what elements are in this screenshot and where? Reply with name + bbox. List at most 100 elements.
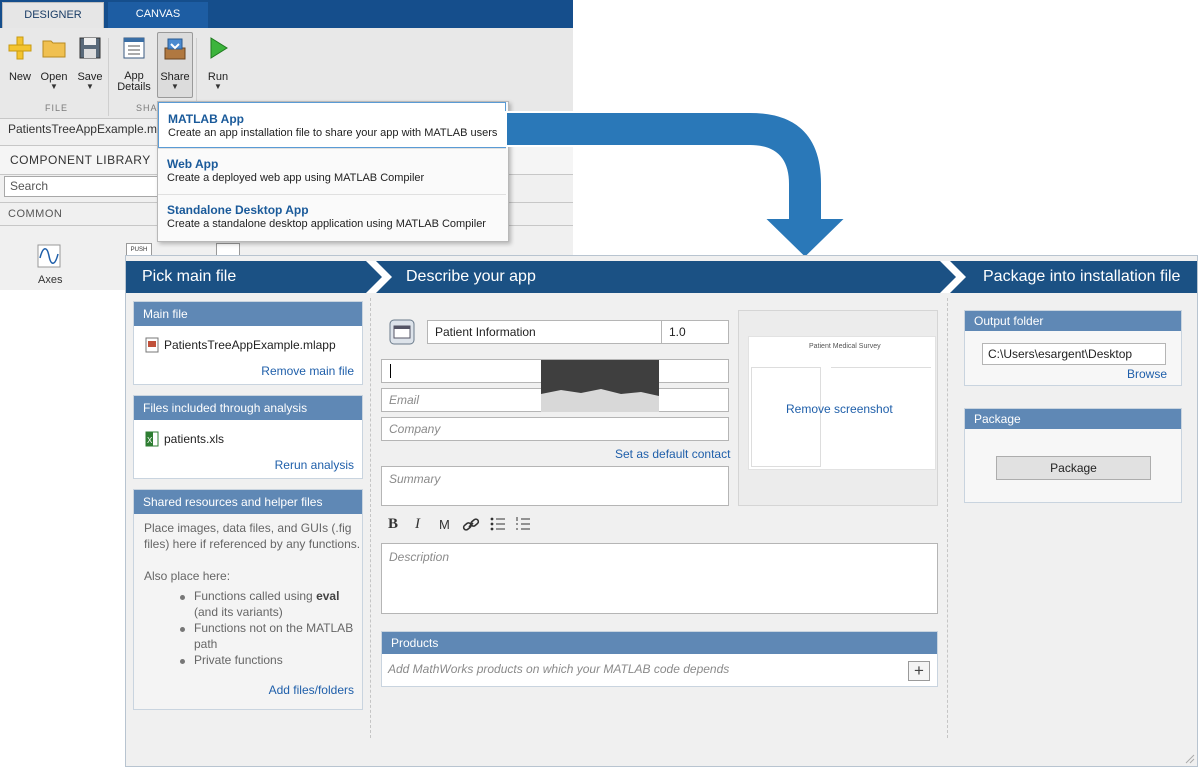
mlapp-file-icon <box>145 337 159 353</box>
section-label-share: SHA <box>136 103 158 113</box>
package-header: Package <box>965 409 1181 429</box>
common-category-label: COMMON <box>8 208 63 220</box>
summary-placeholder: Summary <box>389 472 441 486</box>
remove-screenshot-link[interactable]: Remove screenshot <box>786 402 893 416</box>
bullet-text: (and its variants) <box>194 605 283 619</box>
menu-item-description: Create an app installation file to share… <box>168 127 498 139</box>
email-placeholder: Email <box>389 393 420 407</box>
version-field[interactable]: 1.0 <box>661 320 729 344</box>
component-search-input[interactable]: Search <box>4 176 158 197</box>
run-icon <box>205 35 231 61</box>
shared-resources-also: Also place here: <box>144 569 231 583</box>
open-dropdown-icon[interactable]: ▼ <box>37 83 71 91</box>
products-panel: Products Add MathWorks products on which… <box>381 631 938 687</box>
package-panel: Package Package <box>964 408 1182 503</box>
included-file-name: patients.xls <box>164 432 225 446</box>
axes-component-icon[interactable] <box>37 244 61 268</box>
italic-icon[interactable]: I <box>415 516 420 533</box>
tab-canvas[interactable]: CANVAS <box>108 2 208 28</box>
save-icon <box>77 35 103 61</box>
menu-item-description: Create a standalone desktop application … <box>167 218 486 230</box>
app-packager-window: Pick main file Describe your app Package… <box>125 255 1198 767</box>
ribbon-divider <box>108 38 109 116</box>
menu-item-matlab-app[interactable]: MATLAB App Create an app installation fi… <box>158 102 506 148</box>
app-name-field[interactable]: Patient Information <box>427 320 662 344</box>
products-placeholder: Add MathWorks products on which your MAT… <box>388 662 730 676</box>
screenshot-title: Patient Medical Survey <box>809 343 881 350</box>
main-file-panel: Main file PatientsTreeAppExample.mlapp R… <box>133 301 363 385</box>
new-button[interactable]: New <box>3 32 37 116</box>
app-screenshot-area[interactable]: Patient Medical Survey Remove screenshot <box>738 310 938 506</box>
step-pick-main-file: Pick main file <box>142 268 237 285</box>
company-placeholder: Company <box>389 422 441 436</box>
menu-item-web-app[interactable]: Web App Create a deployed web app using … <box>158 148 506 194</box>
step-package: Package into installation file <box>983 268 1181 285</box>
description-field[interactable]: Description <box>381 543 938 614</box>
shared-resources-intro: Place images, data files, and GUIs (.fig… <box>144 521 361 551</box>
new-label: New <box>8 71 31 83</box>
step-chevron-icon <box>940 261 966 293</box>
menu-item-standalone-desktop-app[interactable]: Standalone Desktop App Create a standalo… <box>158 194 506 240</box>
package-button[interactable]: Package <box>996 456 1151 480</box>
save-button[interactable]: Save ▼ <box>73 32 107 116</box>
bulleted-list-icon[interactable] <box>490 516 506 535</box>
main-file-name: PatientsTreeAppExample.mlapp <box>164 338 336 352</box>
browse-link[interactable]: Browse <box>1127 367 1167 381</box>
bullet-private-functions: Private functions <box>194 653 283 667</box>
bullet-not-on-path: Functions not on the MATLAB path <box>194 621 354 651</box>
rerun-analysis-link[interactable]: Rerun analysis <box>275 458 354 472</box>
menu-item-title: Web App <box>167 157 219 171</box>
add-files-folders-link[interactable]: Add files/folders <box>269 683 354 697</box>
menu-item-title: Standalone Desktop App <box>167 203 309 217</box>
app-details-icon <box>121 35 147 61</box>
text-cursor <box>390 364 391 378</box>
company-field[interactable]: Company <box>381 417 729 441</box>
monospace-icon[interactable]: M <box>439 517 450 532</box>
add-product-icon[interactable]: + <box>908 661 930 681</box>
bullet-bold-text: eval <box>316 589 340 603</box>
share-button[interactable]: Share ▼ <box>157 32 193 98</box>
included-files-panel: Files included through analysis X patien… <box>133 395 363 479</box>
bullet-text: Functions called using <box>194 589 317 603</box>
numbered-list-icon[interactable] <box>515 516 531 535</box>
menu-item-title: MATLAB App <box>168 112 244 126</box>
products-header: Products <box>382 632 937 654</box>
resize-grip-icon[interactable] <box>1185 754 1195 764</box>
share-dropdown-menu: MATLAB App Create an app installation fi… <box>157 101 509 242</box>
output-folder-panel: Output folder C:\Users\esargent\Desktop … <box>964 310 1182 386</box>
screenshot-tree <box>751 367 821 467</box>
bullet-icon <box>180 627 185 632</box>
current-file-path: PatientsTreeAppExample.mlapp <box>8 122 180 136</box>
included-files-header: Files included through analysis <box>134 396 362 420</box>
bold-icon[interactable]: B <box>388 516 398 533</box>
screenshot-form <box>831 367 931 466</box>
menu-item-description: Create a deployed web app using MATLAB C… <box>167 172 425 184</box>
tab-designer[interactable]: DESIGNER <box>2 2 104 28</box>
column-separator <box>370 298 371 738</box>
share-icon <box>162 36 188 62</box>
svg-text:X: X <box>147 436 153 445</box>
bullet-eval-functions: Functions called using eval (and its var… <box>194 588 364 620</box>
shared-resources-panel: Shared resources and helper files Place … <box>133 489 363 710</box>
description-placeholder: Description <box>389 550 450 564</box>
link-icon[interactable] <box>462 517 480 536</box>
bullet-icon <box>180 659 185 664</box>
remove-main-file-link[interactable]: Remove main file <box>261 364 354 378</box>
flow-arrow-icon <box>505 111 849 260</box>
excel-file-icon: X <box>145 431 159 447</box>
folder-icon <box>41 35 67 61</box>
axes-component-label: Axes <box>38 274 63 286</box>
app-details-label-line2: Details <box>117 81 151 93</box>
app-icon[interactable] <box>389 319 415 345</box>
section-label-file: FILE <box>45 103 69 113</box>
bullet-icon <box>180 595 185 600</box>
run-dropdown-icon[interactable]: ▼ <box>201 83 235 91</box>
output-folder-field[interactable]: C:\Users\esargent\Desktop <box>982 343 1166 365</box>
share-dropdown-icon[interactable]: ▼ <box>158 83 192 91</box>
new-icon <box>7 35 33 61</box>
set-default-contact-link[interactable]: Set as default contact <box>615 447 730 461</box>
save-dropdown-icon[interactable]: ▼ <box>73 83 107 91</box>
component-library-title: COMPONENT LIBRARY <box>10 153 151 167</box>
step-describe-app: Describe your app <box>406 268 536 285</box>
summary-field[interactable]: Summary <box>381 466 729 506</box>
